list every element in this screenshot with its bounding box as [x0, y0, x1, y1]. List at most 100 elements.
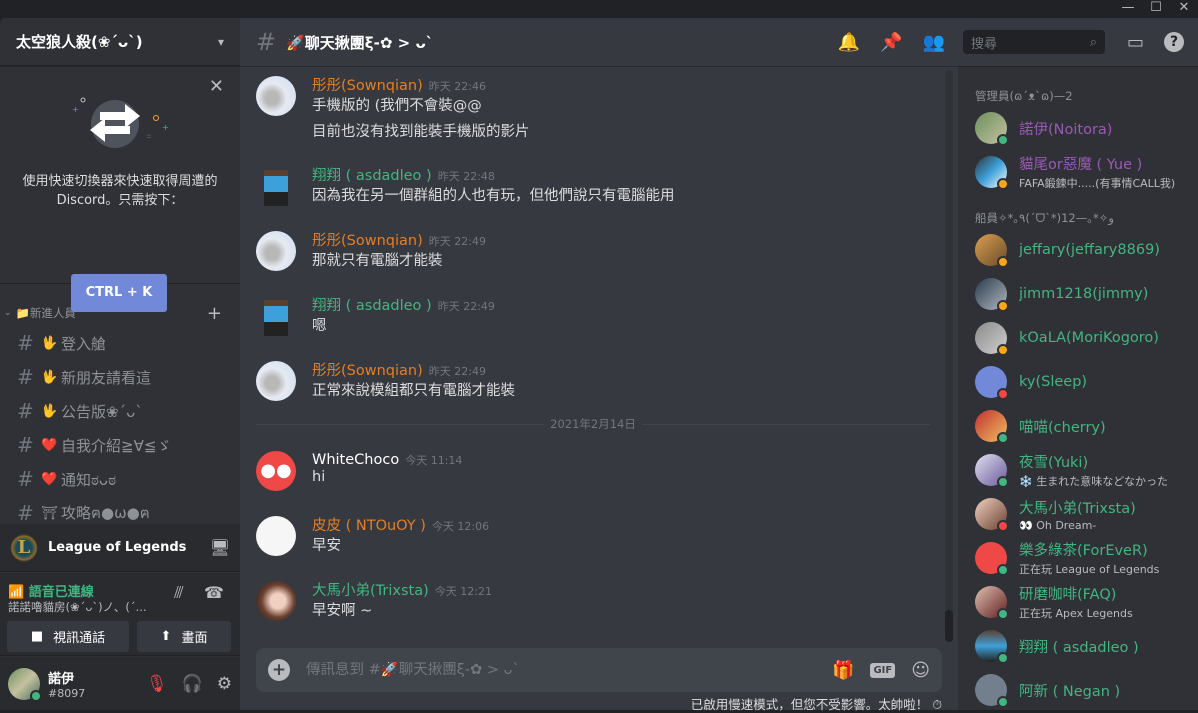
- voice-room-name[interactable]: 諾諾嚕貓房(❀ˊᴗˋ)ノ、(ˊ...: [8, 599, 158, 615]
- member-name: jeffary(jeffary8869): [1019, 242, 1160, 258]
- member-item[interactable]: jimm1218(jimmy): [958, 272, 1198, 316]
- disconnect-call-icon[interactable]: ☎: [204, 583, 224, 602]
- channel-item[interactable]: # 🖖 新朋友請看這: [0, 360, 240, 394]
- username: 諾伊: [48, 671, 75, 687]
- author-avatar[interactable]: [264, 166, 288, 206]
- member-activity: 正在玩 Apex Legends: [1019, 607, 1133, 620]
- timestamp: 昨天 22:49: [428, 365, 486, 378]
- author-avatar[interactable]: ●●: [256, 451, 296, 491]
- help-icon[interactable]: ?: [1164, 32, 1184, 52]
- author-avatar[interactable]: [256, 231, 296, 271]
- author-avatar[interactable]: [256, 581, 296, 621]
- message-text: 正常來說模組都只有電腦才能裝: [312, 383, 515, 399]
- timestamp: 昨天 22:46: [428, 80, 486, 93]
- upload-plus-icon[interactable]: +: [268, 659, 290, 681]
- member-item[interactable]: 喵喵(cherry): [958, 404, 1198, 448]
- status-online-icon: [997, 564, 1009, 576]
- member-item[interactable]: 研磨咖啡(FAQ) 正在玩 Apex Legends: [958, 580, 1198, 624]
- add-channel-icon[interactable]: +: [207, 303, 222, 324]
- member-item[interactable]: 翔翔 ( asdadleo ): [958, 624, 1198, 668]
- message-text: 嗯: [312, 318, 327, 334]
- member-item[interactable]: 大馬小弟(Trixsta) 👀 Oh Dream-: [958, 492, 1198, 536]
- member-item[interactable]: kOaLA(MoriKogoro): [958, 316, 1198, 360]
- message-input[interactable]: [306, 662, 817, 678]
- author-avatar[interactable]: [256, 516, 296, 556]
- author-name[interactable]: 彤彤(Sownqian): [312, 78, 423, 94]
- close-icon[interactable]: ✕: [209, 76, 224, 97]
- channel-name: 自我介紹≧∀≦ゞ: [61, 436, 172, 455]
- channel-name: 新朋友請看這: [61, 368, 152, 387]
- author-name[interactable]: WhiteChoco: [312, 452, 399, 468]
- switch-arrows-icon: + + ::: [72, 97, 169, 148]
- emoji-icon[interactable]: ☺: [911, 660, 930, 681]
- author-name[interactable]: 翔翔 ( asdadleo ): [312, 168, 432, 184]
- ctrl-k-button[interactable]: CTRL + K: [71, 274, 167, 312]
- gif-button[interactable]: GIF: [870, 662, 896, 678]
- author-avatar[interactable]: [256, 76, 296, 116]
- member-list-icon[interactable]: 👥: [923, 32, 945, 53]
- timestamp: 昨天 22:48: [437, 170, 495, 183]
- author-name[interactable]: 翔翔 ( asdadleo ): [312, 298, 432, 314]
- maximize-button[interactable]: ☐: [1142, 0, 1170, 18]
- scrollbar-thumb[interactable]: [945, 610, 953, 642]
- headphones-icon[interactable]: 🎧: [182, 674, 203, 694]
- author-avatar[interactable]: [264, 296, 288, 336]
- author-name[interactable]: 皮皮 ( NTOuOY ): [312, 518, 426, 534]
- minimize-button[interactable]: —: [1114, 0, 1142, 18]
- screen-share-icon: ⬆: [160, 629, 172, 644]
- member-item[interactable]: 諾伊(Noitora): [958, 106, 1198, 150]
- member-item[interactable]: ky(Sleep): [958, 360, 1198, 404]
- user-avatar[interactable]: [8, 667, 42, 702]
- bell-icon[interactable]: 🔔: [838, 32, 860, 53]
- member-avatar: [975, 674, 1009, 708]
- author-name[interactable]: 大馬小弟(Trixsta): [312, 583, 429, 599]
- server-header[interactable]: 太空狼人殺(❀ˊᴗˋ) ▾: [0, 18, 240, 66]
- channel-item[interactable]: # ❤️ 自我介紹≧∀≦ゞ: [0, 428, 240, 462]
- scrollbar-track[interactable]: [945, 70, 953, 642]
- author-avatar[interactable]: [256, 361, 296, 401]
- gear-icon[interactable]: ⚙: [217, 674, 232, 694]
- author-name[interactable]: 彤彤(Sownqian): [312, 363, 423, 379]
- online-status-dot: [30, 689, 42, 702]
- timestamp: 今天 12:21: [434, 585, 492, 598]
- member-activity: 👀 Oh Dream-: [1019, 518, 1097, 532]
- quick-switcher-tip: ✕ + + :: 使用快速切換器來快速取得周遭的 Discord。只需按下： C…: [0, 66, 240, 312]
- channel-sidebar: 太空狼人殺(❀ˊᴗˋ) ▾ ✕ + + :: 使用快速切換器來快速取得周遭的 D…: [0, 18, 240, 710]
- message-text: 手機版的 (我們不會裝@@: [312, 98, 482, 114]
- channel-item[interactable]: # 🖖 登入艙: [0, 326, 240, 360]
- mute-microphone-icon[interactable]: 🎙: [146, 674, 168, 694]
- member-name: 諾伊(Noitora): [1019, 121, 1113, 138]
- status-mobile-icon: [997, 652, 1009, 664]
- member-avatar: [975, 630, 1009, 664]
- member-item[interactable]: 阿新 ( Negan ): [958, 668, 1198, 710]
- status-idle-icon: [997, 300, 1009, 312]
- member-item[interactable]: 夜雪(Yuki) ❄️ 生まれた意味などなかった: [958, 448, 1198, 492]
- channel-list: # 🖖 登入艙 # 🖖 新朋友請看這 # 🖖 公告版❀ˊᴗˋ # ❤️ 自我介紹≧∀≦…: [0, 326, 240, 530]
- screen-share-button[interactable]: ⬆ 畫面: [137, 621, 231, 652]
- status-dnd-icon: [997, 520, 1009, 532]
- channel-name: 登入艙: [61, 334, 107, 353]
- video-call-button[interactable]: ■ 視訊通話: [7, 621, 129, 652]
- voice-connected-status[interactable]: 📶 語音已連線: [8, 581, 94, 600]
- message-text: 目前也沒有找到能裝手機版的影片: [312, 124, 530, 140]
- author-name[interactable]: 彤彤(Sownqian): [312, 233, 423, 249]
- pin-icon[interactable]: 📌: [880, 32, 902, 53]
- channel-name: 公告版❀ˊᴗˋ: [61, 402, 143, 421]
- game-activity-bar: L League of Legends 🖥: [0, 524, 240, 572]
- status-dnd-icon: [997, 388, 1009, 400]
- member-item[interactable]: 貓尾or惡魔 ( Yue ) FAFA鍛鍊中.....(有事情CALL我): [958, 150, 1198, 194]
- channel-emoji: 🖖: [41, 369, 58, 385]
- inbox-icon[interactable]: ▭: [1127, 32, 1144, 53]
- member-item[interactable]: 樂多綠茶(ForEveR) 正在玩 League of Legends: [958, 536, 1198, 580]
- channel-hash-icon: #: [17, 331, 34, 355]
- game-name: League of Legends: [48, 540, 187, 555]
- close-window-button[interactable]: ✕: [1170, 0, 1198, 18]
- channel-item[interactable]: # 🖖 公告版❀ˊᴗˋ: [0, 394, 240, 428]
- stream-monitor-icon[interactable]: 🖥: [210, 538, 230, 557]
- search-input[interactable]: 搜尋 ⌕: [962, 30, 1105, 54]
- gift-icon[interactable]: 🎁: [832, 660, 854, 681]
- channel-emoji: ❤️: [41, 437, 58, 453]
- channel-item[interactable]: # ❤️ 通知ಠᴗಠ: [0, 462, 240, 496]
- noise-suppression-icon[interactable]: ⫻: [174, 583, 184, 603]
- member-item[interactable]: jeffary(jeffary8869): [958, 228, 1198, 272]
